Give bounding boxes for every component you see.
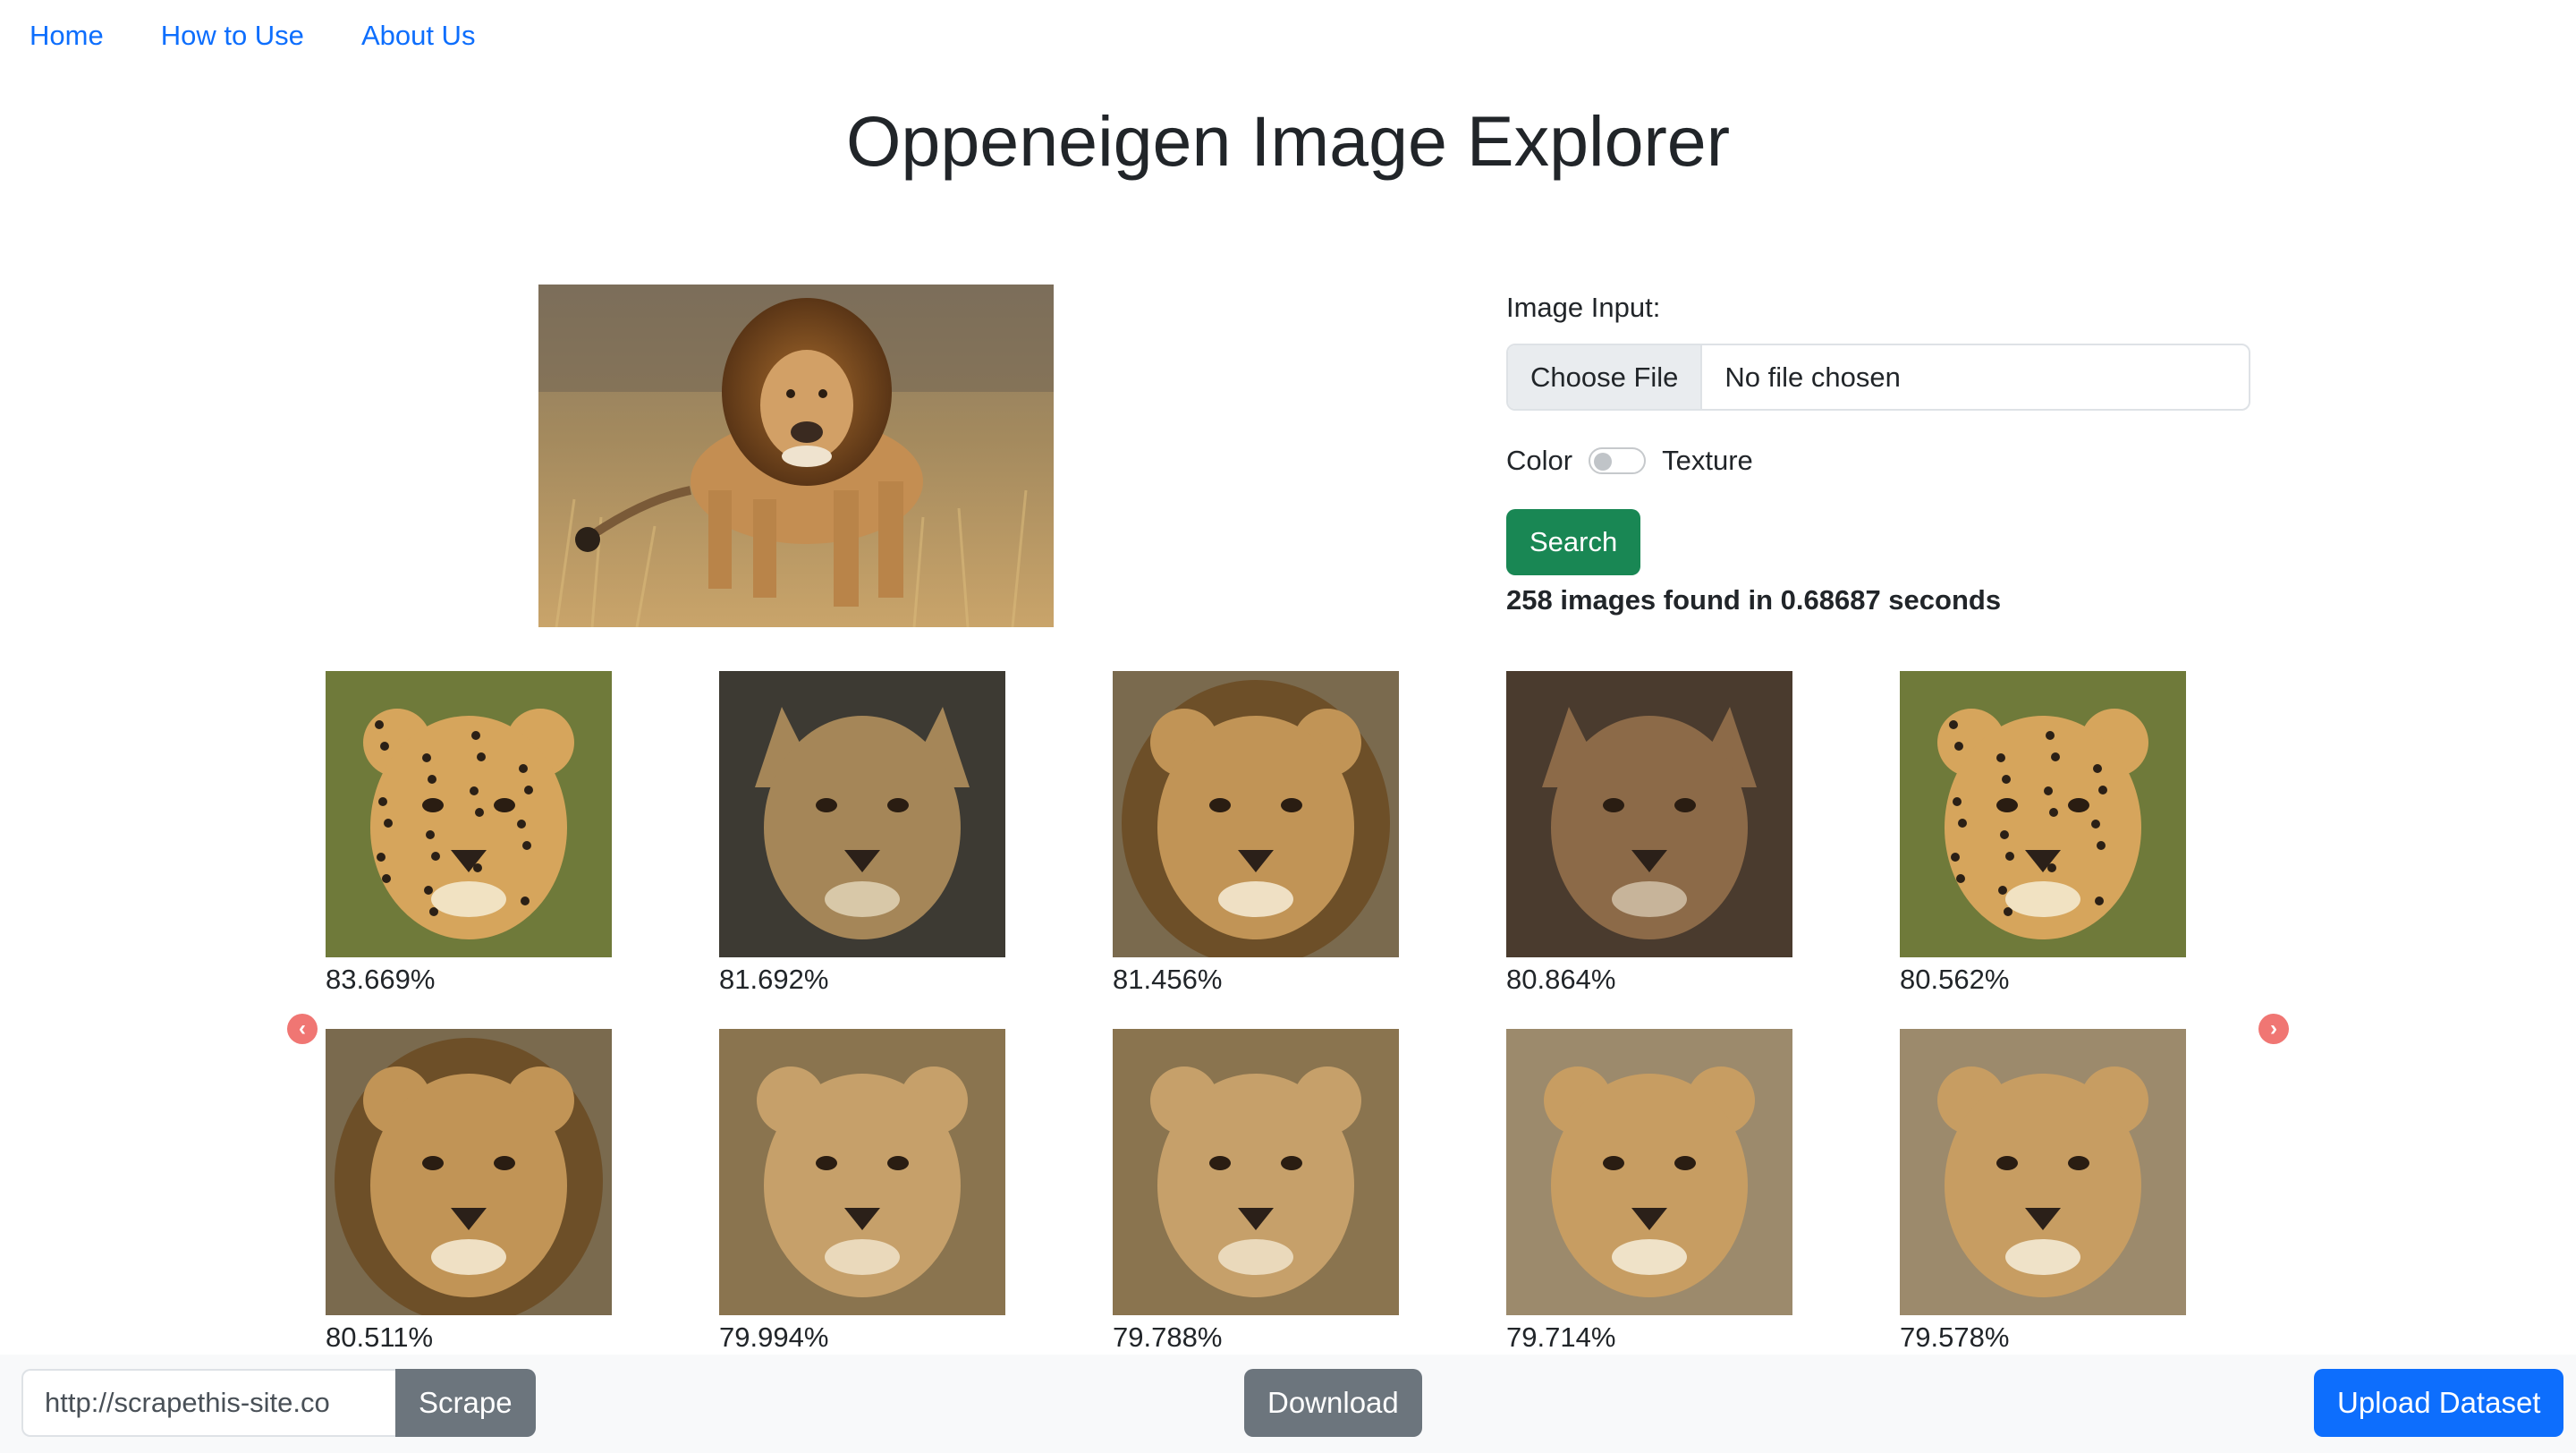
similarity-score: 79.788% xyxy=(1113,1321,1223,1353)
result-card[interactable]: 79.994% xyxy=(719,1029,1005,1355)
similarity-score: 80.864% xyxy=(1506,964,1616,995)
similarity-score: 80.511% xyxy=(326,1321,434,1353)
color-texture-switch[interactable] xyxy=(1589,447,1647,474)
result-card[interactable]: 79.714% xyxy=(1506,1029,1792,1355)
feature-toggle-row: Color Texture xyxy=(1506,445,2250,477)
result-thumbnail[interactable] xyxy=(1113,671,1399,957)
similarity-score: 81.456% xyxy=(1113,964,1223,995)
result-thumbnail[interactable] xyxy=(719,1029,1005,1315)
search-form: Image Input: Choose File No file chosen … xyxy=(1506,286,2250,616)
result-thumbnail[interactable] xyxy=(719,671,1005,957)
result-card[interactable]: 80.562% xyxy=(1900,671,2186,997)
choose-file-button[interactable]: Choose File xyxy=(1508,345,1703,409)
query-image xyxy=(538,285,1054,627)
result-thumbnail[interactable] xyxy=(1900,671,2186,957)
result-thumbnail[interactable] xyxy=(326,1029,612,1315)
result-thumbnail[interactable] xyxy=(1506,671,1792,957)
top-nav: Home How to Use About Us xyxy=(0,0,532,72)
chevron-right-icon[interactable]: › xyxy=(2258,1014,2289,1044)
similarity-score: 80.562% xyxy=(1900,964,2010,995)
bottom-bar: http://scrapethis-site.co Scrape Downloa… xyxy=(0,1355,2576,1453)
nav-link-how-to-use[interactable]: How to Use xyxy=(161,20,304,52)
download-button[interactable]: Download xyxy=(1244,1369,1422,1437)
search-button[interactable]: Search xyxy=(1506,509,1641,575)
similarity-score: 79.994% xyxy=(719,1321,829,1353)
similarity-score: 79.578% xyxy=(1900,1321,2010,1353)
result-card[interactable]: 80.864% xyxy=(1506,671,1792,997)
toggle-label-color: Color xyxy=(1506,445,1573,476)
result-thumbnail[interactable] xyxy=(1113,1029,1399,1315)
file-input[interactable]: Choose File No file chosen xyxy=(1506,344,2250,411)
upload-dataset-button[interactable]: Upload Dataset xyxy=(2314,1369,2564,1437)
switch-knob xyxy=(1594,453,1613,471)
toggle-label-texture: Texture xyxy=(1662,445,1753,476)
chevron-left-icon[interactable]: ‹ xyxy=(287,1014,318,1044)
result-thumbnail[interactable] xyxy=(1506,1029,1792,1315)
similarity-score: 83.669% xyxy=(326,964,436,995)
similarity-score: 81.692% xyxy=(719,964,829,995)
result-card[interactable]: 81.456% xyxy=(1113,671,1399,997)
result-summary: 258 images found in 0.68687 seconds xyxy=(1506,584,2002,616)
scrape-url-input[interactable]: http://scrapethis-site.co xyxy=(21,1369,395,1437)
result-thumbnail[interactable] xyxy=(326,671,612,957)
result-card[interactable]: 79.578% xyxy=(1900,1029,2186,1355)
result-card[interactable]: 80.511% xyxy=(326,1029,612,1355)
result-card[interactable]: 79.788% xyxy=(1113,1029,1399,1355)
page-title: Oppeneigen Image Explorer xyxy=(845,101,1731,181)
result-thumbnail[interactable] xyxy=(1900,1029,2186,1315)
similarity-score: 79.714% xyxy=(1506,1321,1616,1353)
nav-link-home[interactable]: Home xyxy=(30,20,104,52)
scrape-button[interactable]: Scrape xyxy=(395,1369,536,1437)
nav-link-about-us[interactable]: About Us xyxy=(361,20,476,52)
result-card[interactable]: 81.692% xyxy=(719,671,1005,997)
result-card[interactable]: 83.669% xyxy=(326,671,612,997)
file-status: No file chosen xyxy=(1724,361,1901,393)
image-input-label: Image Input: xyxy=(1506,292,1661,323)
scrape-group: http://scrapethis-site.co Scrape xyxy=(21,1369,536,1437)
